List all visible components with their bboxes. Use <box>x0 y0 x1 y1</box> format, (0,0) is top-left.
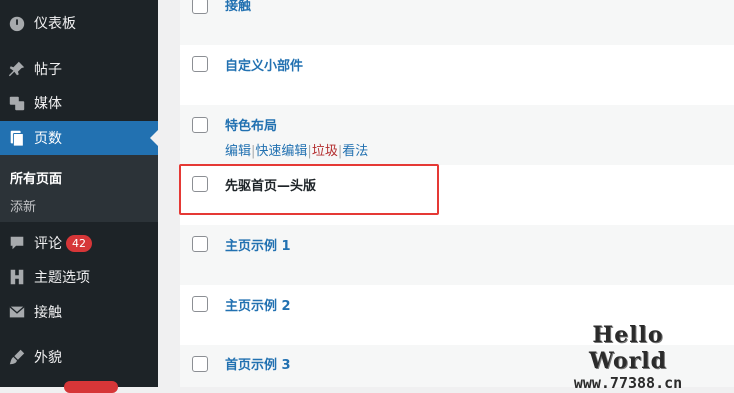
row-actions: 编辑|快速编辑|垃圾|看法 <box>225 144 369 159</box>
pin-icon <box>8 60 26 78</box>
row-checkbox[interactable] <box>192 117 208 133</box>
watermark: Hello World www.77388.cn <box>553 322 703 392</box>
page-title-link[interactable]: 特色布局 <box>225 115 277 134</box>
sidebar-item-media[interactable]: 媒体 <box>0 86 158 120</box>
theme-options-icon <box>8 268 26 286</box>
trash-link[interactable]: 垃圾 <box>312 144 338 159</box>
sidebar-item-label: 媒体 <box>34 96 62 112</box>
edit-link[interactable]: 编辑 <box>225 144 251 159</box>
sidebar-item-posts[interactable]: 帖子 <box>0 52 158 86</box>
sidebar-item-pages[interactable]: 页数 <box>0 121 158 155</box>
sidebar-item-label: 接触 <box>34 305 62 321</box>
pages-icon <box>8 129 26 147</box>
page-title-link[interactable]: 主页示例 1 <box>225 235 291 254</box>
table-row: 特色布局 编辑|快速编辑|垃圾|看法 <box>180 105 734 165</box>
pages-submenu: 所有页面 添新 <box>0 155 158 222</box>
sidebar-item-label: 评论 <box>34 236 62 252</box>
brush-icon <box>8 348 26 366</box>
sidebar-item-appearance[interactable]: 外貌 <box>0 340 158 374</box>
comment-count-badge: 42 <box>66 234 92 252</box>
mail-icon <box>8 303 26 321</box>
table-row: 接触 <box>180 0 734 45</box>
row-checkbox[interactable] <box>192 0 208 14</box>
watermark-title: Hello World <box>589 322 667 374</box>
sidebar-item-contact[interactable]: 接触 <box>0 295 158 329</box>
page-title-link[interactable]: 自定义小部件 <box>225 55 303 74</box>
row-checkbox[interactable] <box>192 356 208 372</box>
row-checkbox[interactable] <box>192 296 208 312</box>
highlight-box <box>179 164 439 215</box>
page-title-link[interactable]: 接触 <box>225 0 251 14</box>
sidebar-item-label: 页数 <box>34 131 62 147</box>
sidebar-item-label: 主题选项 <box>34 270 90 286</box>
media-icon <box>8 94 26 112</box>
dashboard-icon <box>8 14 26 32</box>
table-row: 自定义小部件 <box>180 45 734 105</box>
quick-edit-link[interactable]: 快速编辑 <box>255 144 307 159</box>
sidebar-item-label: 外貌 <box>34 350 62 366</box>
row-checkbox[interactable] <box>192 236 208 252</box>
sidebar-item-comments[interactable]: 评论 42 <box>0 226 158 260</box>
watermark-url: www.77388.cn <box>573 374 683 392</box>
page-title-link[interactable]: 首页示例 3 <box>225 354 291 373</box>
submenu-all-pages[interactable]: 所有页面 <box>10 168 62 187</box>
row-checkbox[interactable] <box>192 56 208 72</box>
page-title-link[interactable]: 主页示例 2 <box>225 295 291 314</box>
comment-icon <box>8 234 26 252</box>
table-row: 主页示例 1 <box>180 225 734 285</box>
sidebar-item-label: 帖子 <box>34 62 62 78</box>
submenu-add-new[interactable]: 添新 <box>10 196 36 215</box>
active-indicator-arrow <box>150 130 158 146</box>
sidebar-item-theme-options[interactable]: 主题选项 <box>0 260 158 294</box>
admin-sidebar: 仪表板 帖子 媒体 页数 所有页面 添新 评论 42 主题选项 接触 外貌 <box>0 0 158 393</box>
sidebar-item-label: 仪表板 <box>34 16 76 32</box>
view-link[interactable]: 看法 <box>342 144 368 159</box>
partial-badge <box>64 381 118 393</box>
sidebar-item-dashboard[interactable]: 仪表板 <box>0 6 158 40</box>
